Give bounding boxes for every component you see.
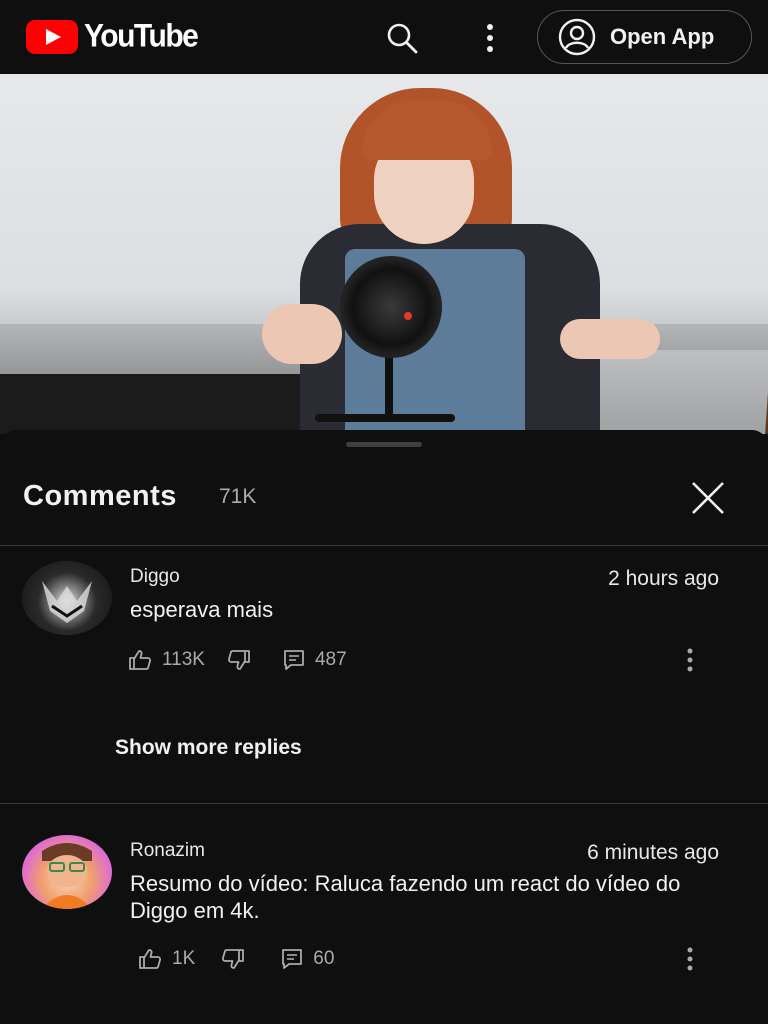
- more-options-button[interactable]: [470, 18, 510, 58]
- comment-author[interactable]: Diggo: [130, 566, 180, 588]
- show-more-replies-button[interactable]: Show more replies: [115, 736, 302, 760]
- divider: [0, 803, 768, 804]
- comments-title: Comments: [23, 480, 177, 512]
- more-vert-icon: [487, 24, 493, 52]
- reply-button[interactable]: 60: [281, 948, 334, 970]
- microphone: [340, 256, 442, 358]
- youtube-logo-icon: [26, 20, 78, 54]
- avatar[interactable]: [22, 561, 112, 635]
- open-app-button[interactable]: Open App: [537, 10, 752, 64]
- account-icon: [558, 18, 596, 56]
- comment-time: 2 hours ago: [608, 567, 719, 590]
- thumb-up-icon: [139, 949, 162, 969]
- thumb-down-icon: [222, 949, 245, 969]
- comment-menu-button[interactable]: [680, 944, 700, 974]
- avatar[interactable]: [22, 835, 112, 909]
- drag-handle[interactable]: [346, 442, 422, 447]
- comment-text: Resumo do vídeo: Raluca fazendo um react…: [130, 871, 681, 923]
- reply-count: 487: [314, 649, 347, 670]
- video-player[interactable]: [0, 74, 768, 434]
- youtube-logo[interactable]: YouTube: [26, 18, 199, 55]
- open-app-label: Open App: [610, 24, 715, 49]
- thumb-down-icon: [227, 650, 250, 670]
- comment-actions: 1K 60: [138, 946, 334, 972]
- close-icon: [692, 482, 724, 514]
- comment-menu-button[interactable]: [680, 645, 700, 675]
- divider: [0, 545, 768, 546]
- logo-text: YouTube: [84, 18, 199, 55]
- reply-button[interactable]: 487: [283, 649, 347, 671]
- top-bar: YouTube Open App: [0, 0, 768, 74]
- reply-icon: [284, 650, 304, 670]
- comment-more-icon: [687, 947, 693, 971]
- like-count: 1K: [172, 948, 196, 969]
- comment-time: 6 minutes ago: [587, 841, 719, 864]
- dislike-button[interactable]: [227, 649, 251, 671]
- like-button[interactable]: 1K: [138, 948, 195, 970]
- thumb-up-icon: [129, 650, 152, 670]
- reply-icon: [282, 949, 303, 969]
- comment-author[interactable]: Ronazim: [130, 840, 205, 862]
- close-button[interactable]: [686, 476, 730, 520]
- search-button[interactable]: [382, 18, 422, 58]
- search-icon: [387, 23, 418, 54]
- comment-text: esperava mais: [130, 597, 274, 622]
- dislike-button[interactable]: [221, 948, 245, 970]
- comment-actions: 113K 487: [128, 647, 347, 673]
- like-button[interactable]: 113K: [128, 649, 205, 671]
- like-count: 113K: [162, 649, 205, 670]
- comments-panel: Comments 71K Diggo 2 hours ago esperava …: [0, 430, 768, 1024]
- reply-count: 60: [313, 948, 335, 969]
- comment-more-icon: [687, 648, 693, 672]
- comments-count: 71K: [219, 485, 257, 508]
